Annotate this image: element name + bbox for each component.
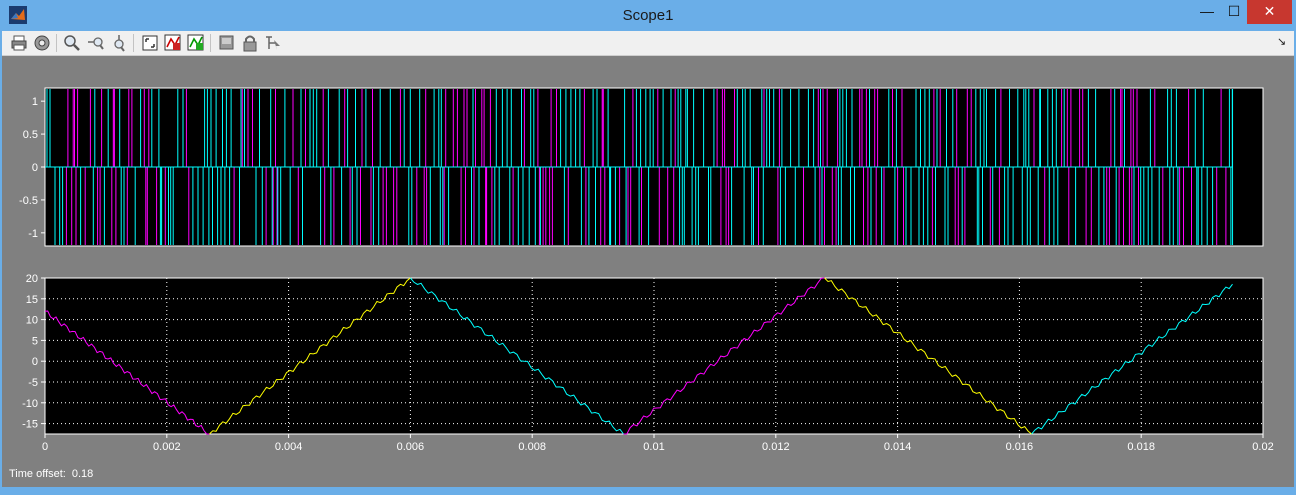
- voltage-x-tick-label: 0.01: [643, 441, 664, 453]
- voltage-axes[interactable]: 20 15 10 5 0 -5 -10 -15 0 0.002 0.004 0.006 0.008 0.0…: [22, 273, 1274, 453]
- lock-axes-icon[interactable]: [241, 34, 259, 52]
- voltage-y-tick-label: 20: [26, 273, 38, 285]
- toolbar-separator: [56, 34, 57, 52]
- time-offset-label: Time offset:: [9, 468, 66, 480]
- pwm-axes[interactable]: 1 0.5 0 -0.5 -1: [19, 87, 1264, 247]
- voltage-x-tick-label: 0.012: [762, 441, 790, 453]
- pwm-y-tick-label: -0.5: [19, 195, 38, 207]
- restore-axes-settings-icon[interactable]: [187, 34, 205, 52]
- voltage-y-tick-label: 15: [26, 294, 38, 306]
- voltage-x-tick-label: 0.014: [884, 441, 912, 453]
- pwm-y-tick-label: 0: [32, 162, 38, 174]
- maximize-button[interactable]: ☐: [1221, 0, 1247, 24]
- voltage-x-tick-label: 0.008: [518, 441, 546, 453]
- voltage-y-tick-label: -15: [22, 419, 38, 431]
- voltage-y-tick-label: 0: [32, 356, 38, 368]
- signal-selection-icon[interactable]: [264, 34, 282, 52]
- scope-content: 1 0.5 0 -0.5 -1 20 15 10 5 0 -5 -10 -15 0 0.002 0.004 0…: [2, 56, 1294, 487]
- time-offset-value: 0.18: [71, 468, 94, 480]
- title-bar[interactable]: Scope1 — ☐ ✕: [0, 0, 1296, 31]
- scope-plots: 1 0.5 0 -0.5 -1 20 15 10 5 0 -5 -10 -15 0 0.002 0.004 0…: [19, 87, 1274, 453]
- minimize-button[interactable]: —: [1193, 0, 1221, 24]
- voltage-x-tick-label: 0.018: [1127, 441, 1155, 453]
- voltage-x-tick-label: 0.004: [275, 441, 303, 453]
- parameters-icon[interactable]: [33, 34, 51, 52]
- status-bar: Time offset: 0.18: [9, 468, 99, 480]
- pwm-y-tick-label: 1: [32, 96, 38, 108]
- scope-window: Scope1 — ☐ ✕ ↘ 1 0.5 0 -0.5 -1 20 15 10 …: [0, 0, 1296, 495]
- print-icon[interactable]: [10, 34, 28, 52]
- voltage-y-tick-label: -5: [28, 377, 38, 389]
- voltage-y-tick-label: 10: [26, 315, 38, 327]
- zoom-icon[interactable]: [63, 34, 81, 52]
- toolbar-separator: [210, 34, 211, 52]
- save-axes-settings-icon[interactable]: [164, 34, 182, 52]
- dock-button[interactable]: ↘: [1277, 35, 1286, 48]
- toolbar-separator: [133, 34, 134, 52]
- voltage-x-tick-label: 0.016: [1006, 441, 1034, 453]
- voltage-x-tick-label: 0: [42, 441, 48, 453]
- floating-scope-icon[interactable]: [218, 34, 236, 52]
- window-title: Scope1: [622, 7, 674, 24]
- autoscale-icon[interactable]: [141, 34, 159, 52]
- close-button[interactable]: ✕: [1247, 0, 1292, 24]
- pwm-y-tick-label: -1: [28, 228, 38, 240]
- voltage-x-tick-label: 0.02: [1252, 441, 1273, 453]
- zoom-x-icon[interactable]: [87, 34, 105, 52]
- toolbar: ↘: [2, 31, 1294, 56]
- voltage-x-tick-label: 0.002: [153, 441, 181, 453]
- voltage-y-tick-label: 5: [32, 335, 38, 347]
- pwm-y-tick-label: 0.5: [23, 129, 38, 141]
- voltage-y-tick-label: -10: [22, 398, 38, 410]
- voltage-x-tick-label: 0.006: [397, 441, 425, 453]
- zoom-y-icon[interactable]: [110, 34, 128, 52]
